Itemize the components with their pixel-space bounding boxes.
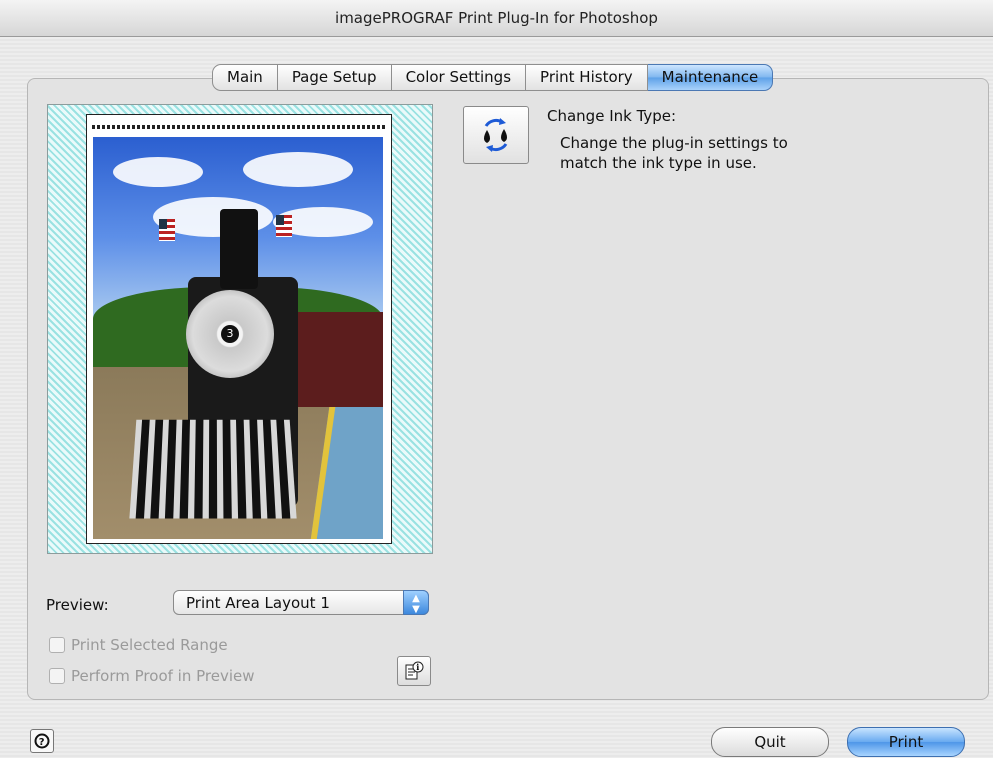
- checkbox-box: [49, 668, 65, 684]
- question-circle-icon: ?: [34, 733, 50, 749]
- preview-page: 3: [86, 114, 392, 544]
- preview-label: Preview:: [46, 596, 109, 614]
- page-header-text: [92, 125, 386, 129]
- tab-print-history[interactable]: Print History: [526, 64, 648, 91]
- print-button[interactable]: Print: [847, 727, 965, 757]
- change-ink-type-title: Change Ink Type:: [547, 107, 677, 125]
- help-button[interactable]: ?: [30, 729, 54, 753]
- tab-page-setup[interactable]: Page Setup: [277, 64, 392, 91]
- quit-button[interactable]: Quit: [711, 727, 829, 757]
- preview-info-button[interactable]: i: [397, 656, 431, 686]
- tab-main[interactable]: Main: [212, 64, 278, 91]
- print-preview-area: 3: [47, 104, 433, 554]
- window-title: imagePROGRAF Print Plug-In for Photoshop: [0, 0, 993, 37]
- change-ink-type-description: Change the plug-in settings to match the…: [560, 134, 788, 172]
- preview-layout-value: Print Area Layout 1: [186, 594, 330, 612]
- ink-drops-refresh-icon: [484, 118, 508, 152]
- locomotive-number: 3: [221, 325, 239, 343]
- updown-arrows-icon: ▲ ▼: [403, 590, 429, 615]
- tab-maintenance[interactable]: Maintenance: [647, 64, 774, 91]
- preview-image: 3: [93, 137, 383, 539]
- perform-proof-label: Perform Proof in Preview: [71, 667, 255, 685]
- tab-color-settings[interactable]: Color Settings: [391, 64, 527, 91]
- svg-text:?: ?: [39, 737, 45, 748]
- document-info-icon: i: [405, 661, 424, 680]
- perform-proof-checkbox[interactable]: Perform Proof in Preview: [49, 667, 255, 685]
- tab-bar: Main Page Setup Color Settings Print His…: [212, 64, 774, 91]
- svg-text:i: i: [416, 662, 419, 672]
- preview-layout-popup[interactable]: Print Area Layout 1 ▲ ▼: [173, 590, 429, 615]
- print-selected-range-checkbox[interactable]: Print Selected Range: [49, 636, 228, 654]
- checkbox-box: [49, 637, 65, 653]
- print-selected-range-label: Print Selected Range: [71, 636, 228, 654]
- change-ink-type-button[interactable]: [463, 106, 529, 164]
